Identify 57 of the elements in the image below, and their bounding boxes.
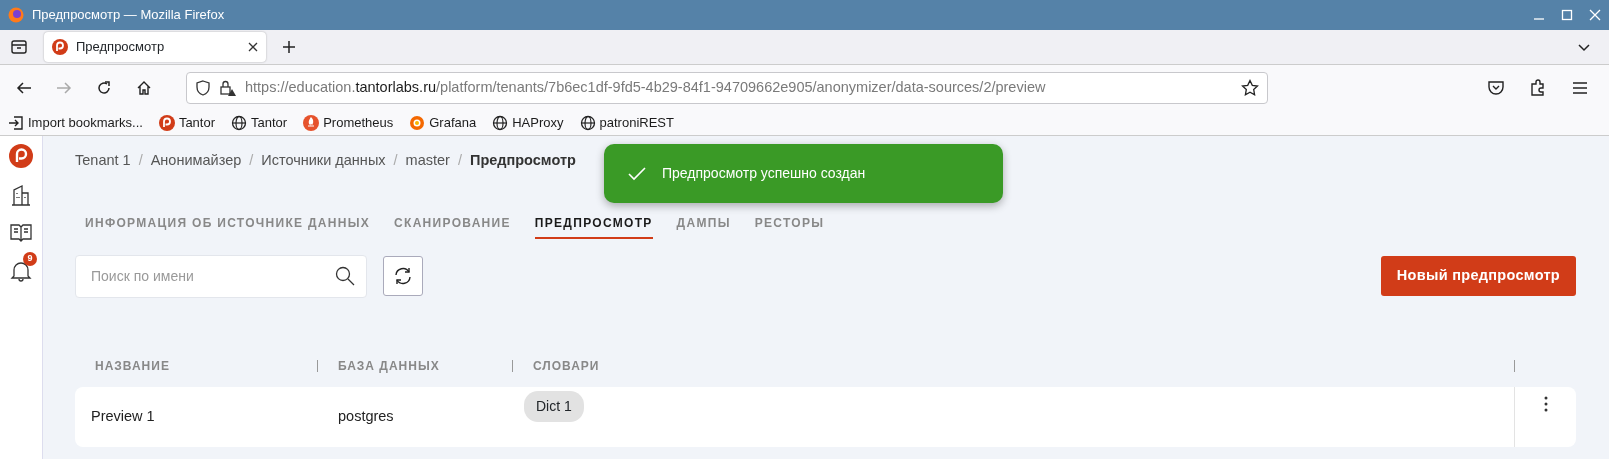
tab-list-icon[interactable]	[10, 38, 28, 56]
breadcrumb-separator: /	[249, 151, 254, 170]
puzzle-piece-icon[interactable]	[1529, 78, 1547, 97]
close-icon[interactable]	[248, 42, 258, 52]
star-icon[interactable]	[1241, 78, 1259, 97]
refresh-icon	[393, 266, 413, 287]
breadcrumb-separator: /	[393, 151, 398, 170]
bookmark[interactable]: patroniREST	[579, 112, 674, 133]
reload-icon[interactable]	[96, 79, 112, 96]
globe-icon	[492, 114, 509, 131]
building-icon[interactable]	[10, 184, 32, 206]
flame-icon	[303, 114, 320, 131]
maximize-icon[interactable]	[1561, 9, 1573, 21]
search-icon[interactable]	[335, 265, 355, 286]
bookmark[interactable]: Prometheus	[303, 112, 394, 133]
search-field[interactable]: Поиск по имени	[75, 254, 367, 298]
tantor-logo-icon	[158, 114, 175, 131]
window-title: Предпросмотр — Mozilla Firefox	[32, 6, 226, 25]
book-icon[interactable]	[10, 222, 32, 242]
shield-icon	[195, 79, 211, 96]
bookmark[interactable]: Tantor	[158, 112, 215, 133]
more-options-icon[interactable]	[1542, 394, 1549, 413]
bookmark[interactable]: Tantor	[231, 112, 288, 133]
address-bar[interactable]: https://education.tantorlabs.ru/platform/tenants/7b6ec1df-9fd5-4b29-84f1-94709662e905/anonymizer/data-sources/2/preview	[186, 71, 1268, 104]
breadcrumb-link[interactable]: Анонимайзер	[150, 150, 242, 172]
table-cell-text: postgres	[338, 406, 394, 426]
forward-arrow-icon	[56, 79, 72, 96]
pocket-icon[interactable]	[1487, 78, 1505, 97]
globe-icon	[231, 114, 247, 131]
tab[interactable]: ПРЕДПРОСМОТР	[534, 212, 653, 239]
grafana-logo-icon	[409, 114, 426, 131]
refresh-button[interactable]	[383, 256, 423, 297]
toast-message: Предпросмотр успешно создан	[662, 164, 866, 183]
tantor-logo-icon[interactable]	[9, 144, 33, 168]
url-text: https://education.tantorlabs.ru/platform/tenants/7b6ec1df-9fd5-4b29-84f1-94709662e905/anonymizer/data-sources/2/preview	[245, 77, 1047, 97]
breadcrumb-link[interactable]: Tenant 1	[75, 150, 131, 172]
dictionary-tag: Dict 1	[524, 390, 584, 422]
bookmark[interactable]: HAProxy	[492, 112, 564, 133]
browser-tab[interactable]: Предпросмотр	[44, 32, 266, 62]
home-icon[interactable]	[136, 79, 152, 96]
new-preview-button[interactable]: Новый предпросмотр	[1380, 256, 1576, 297]
bell-icon[interactable]	[10, 259, 32, 282]
check-icon	[628, 166, 646, 181]
notification-badge: 9	[23, 252, 37, 266]
back-arrow-icon[interactable]	[16, 79, 32, 96]
import-icon	[8, 114, 24, 131]
breadcrumb-separator: /	[138, 151, 143, 170]
table-cell-text: Preview 1	[91, 406, 155, 426]
breadcrumb-separator: /	[457, 151, 462, 170]
breadcrumb-link[interactable]: master	[405, 150, 450, 172]
new-tab-icon[interactable]	[282, 40, 296, 54]
breadcrumb-link[interactable]: Источники данных	[261, 150, 386, 172]
bookmark[interactable]: Import bookmarks...	[8, 112, 143, 133]
bookmark[interactable]: Grafana	[409, 112, 477, 133]
padlock-warning-icon	[219, 79, 237, 96]
tantor-logo-icon	[52, 39, 68, 55]
globe-icon	[579, 114, 596, 131]
